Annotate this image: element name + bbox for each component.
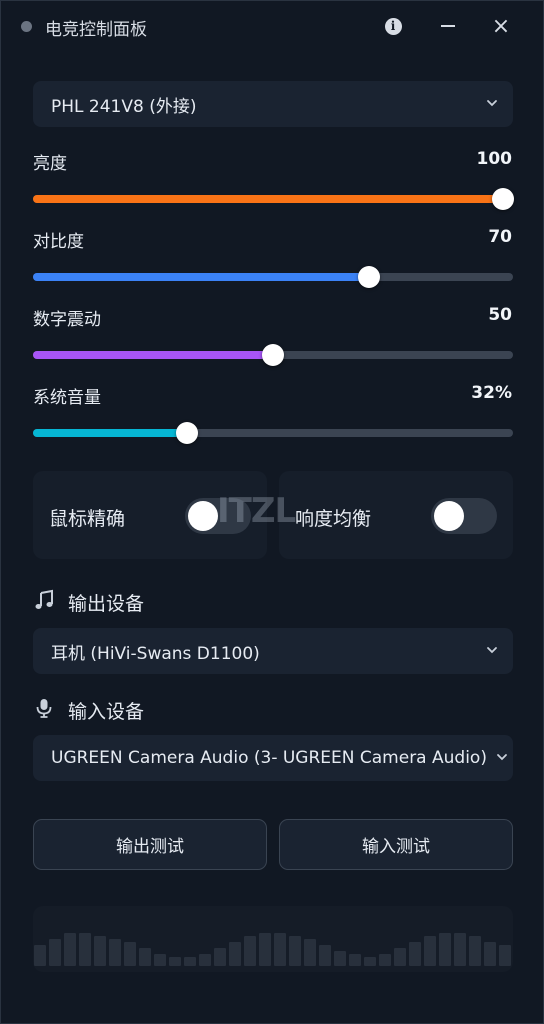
microphone-icon <box>36 699 52 718</box>
chevron-down-icon <box>487 647 497 654</box>
info-button[interactable]: i <box>380 13 406 39</box>
visualizer-bar <box>454 933 466 966</box>
input-device-title: 输入设备 <box>68 701 145 723</box>
visualizer-bar <box>184 957 196 966</box>
visualizer-bar <box>439 933 451 966</box>
visualizer-bar <box>349 954 361 966</box>
chevron-down-icon <box>497 754 507 761</box>
visualizer-bar <box>334 951 346 966</box>
close-icon: × <box>491 13 511 39</box>
visualizer-bar <box>124 942 136 966</box>
switch-knob <box>434 501 464 531</box>
visualizer-bar <box>499 945 511 966</box>
loudness-equalization-card: 响度均衡 <box>279 471 513 559</box>
visualizer-bar <box>94 936 106 966</box>
slider-track[interactable] <box>33 344 513 366</box>
chevron-down-icon <box>487 100 497 107</box>
visualizer-bar <box>199 954 211 966</box>
visualizer-bar <box>79 933 91 966</box>
visualizer-bar <box>34 945 46 966</box>
window-title: 电竞控制面板 <box>45 20 147 40</box>
output-test-button[interactable]: 输出测试 <box>33 819 267 870</box>
slider-thumb[interactable] <box>358 266 380 288</box>
watermark-logo: ITZL <box>217 491 296 531</box>
slider-fill <box>33 195 513 203</box>
minimize-icon <box>441 25 455 27</box>
visualizer-bar <box>424 936 436 966</box>
slider-value: 32% <box>471 383 512 403</box>
visualizer-bar <box>64 933 76 966</box>
visualizer-bar <box>289 936 301 966</box>
visualizer-bar <box>319 945 331 966</box>
visualizer-bar <box>379 954 391 966</box>
slider-label: 亮度 <box>33 154 67 174</box>
slider-track[interactable] <box>33 422 513 444</box>
visualizer-bar <box>259 933 271 966</box>
visualizer-bar <box>229 942 241 966</box>
visualizer-bar <box>154 954 166 966</box>
control-panel-window: 电竞控制面板 i × PHL 241V8 (外接) 亮度 100 对比度 70 … <box>0 0 544 1024</box>
visualizer-bar <box>214 948 226 966</box>
slider-label: 对比度 <box>33 232 84 252</box>
visualizer-bar <box>169 957 181 966</box>
slider-fill <box>33 351 273 359</box>
title-bar[interactable]: 电竞控制面板 i × <box>1 1 543 51</box>
visualizer-bar <box>394 948 406 966</box>
visualizer-bar <box>304 939 316 966</box>
visualizer-bar <box>244 936 256 966</box>
minimize-button[interactable] <box>435 13 461 39</box>
slider-thumb[interactable] <box>262 344 284 366</box>
visualizer-bar <box>409 942 421 966</box>
switch-knob <box>188 501 218 531</box>
visualizer-bar <box>364 957 376 966</box>
close-button[interactable]: × <box>488 13 514 39</box>
loudness-equalization-switch[interactable] <box>431 498 497 534</box>
slider-label: 系统音量 <box>33 388 101 408</box>
slider-thumb[interactable] <box>492 188 514 210</box>
visualizer-bar <box>109 939 121 966</box>
input-device-select[interactable]: UGREEN Camera Audio (3- UGREEN Camera Au… <box>33 735 513 781</box>
visualizer-bar <box>49 939 61 966</box>
output-device-select[interactable]: 耳机 (HiVi-Swans D1100) <box>33 628 513 674</box>
visualizer-bar <box>469 936 481 966</box>
slider-track[interactable] <box>33 266 513 288</box>
slider-fill <box>33 429 187 437</box>
monitor-select-value: PHL 241V8 (外接) <box>51 96 197 117</box>
input-device-value: UGREEN Camera Audio (3- UGREEN Camera Au… <box>51 748 487 768</box>
output-device-title: 输出设备 <box>68 593 145 615</box>
visualizer-bar <box>484 942 496 966</box>
output-device-value: 耳机 (HiVi-Swans D1100) <box>51 643 260 664</box>
audio-visualizer <box>33 906 513 972</box>
slider-value: 100 <box>476 149 513 169</box>
slider-label: 数字震动 <box>33 310 101 330</box>
visualizer-bar <box>274 933 286 966</box>
info-icon: i <box>384 17 402 35</box>
monitor-select[interactable]: PHL 241V8 (外接) <box>33 81 513 127</box>
slider-value: 50 <box>488 305 512 325</box>
toggle-label: 响度均衡 <box>295 508 372 530</box>
slider-fill <box>33 273 369 281</box>
input-test-button[interactable]: 输入测试 <box>279 819 513 870</box>
music-note-icon <box>35 589 53 609</box>
visualizer-bar <box>139 948 151 966</box>
slider-track[interactable] <box>33 188 514 210</box>
toggle-label: 鼠标精确 <box>49 508 126 530</box>
slider-thumb[interactable] <box>175 422 198 444</box>
slider-value: 70 <box>488 227 512 247</box>
app-status-dot <box>21 21 32 32</box>
